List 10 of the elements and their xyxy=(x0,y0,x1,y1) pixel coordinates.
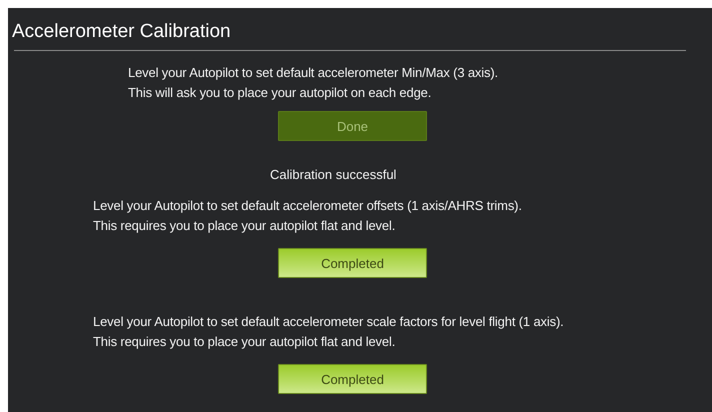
panel-title: Accelerometer Calibration xyxy=(12,20,231,44)
instruction-text: Level your Autopilot to set default accelerometer offsets (1 axis/AHRS trims). xyxy=(93,197,522,215)
instruction-text: This requires you to place your autopilot flat and level. xyxy=(93,217,396,235)
instruction-text: Level your Autopilot to set default accelerometer scale factors for level flight (1 axis). xyxy=(93,313,564,331)
instruction-text: This will ask you to place your autopilot on each edge. xyxy=(128,84,432,102)
status-text: Calibration successful xyxy=(270,167,396,182)
calibrate-button[interactable]: Completed xyxy=(278,248,427,278)
instruction-text: This requires you to place your autopilot flat and level. xyxy=(93,333,396,351)
calibrate-button[interactable]: Completed xyxy=(278,364,427,394)
instruction-text: Level your Autopilot to set default accelerometer Min/Max (3 axis). xyxy=(128,64,498,82)
